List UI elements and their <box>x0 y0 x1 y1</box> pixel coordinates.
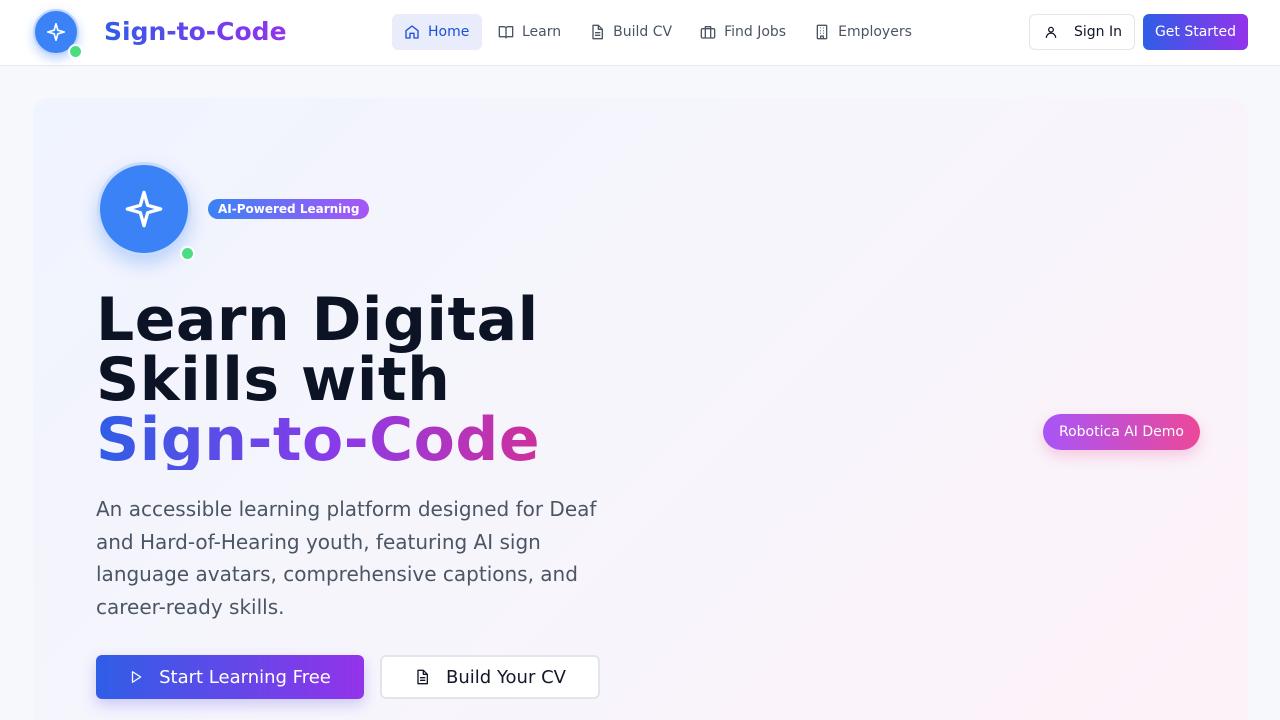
sign-in-label: Sign In <box>1074 24 1122 40</box>
nav-build-cv[interactable]: Build CV <box>577 14 684 50</box>
headline-line-2: Skills with <box>96 345 451 415</box>
book-icon <box>498 26 514 39</box>
home-icon <box>405 25 419 39</box>
build-cv-label: Build Your CV <box>446 666 566 688</box>
headline-accent: Sign-to-Code <box>96 405 541 475</box>
nav-employers-label: Employers <box>838 24 912 40</box>
sign-in-button[interactable]: Sign In <box>1029 14 1135 50</box>
start-learning-label: Start Learning Free <box>159 666 331 688</box>
hero-headline: Learn Digital Skills with Sign-to-Code <box>96 290 540 470</box>
robotica-demo-button[interactable]: Robotica AI Demo <box>1043 414 1200 450</box>
nav-find-jobs-label: Find Jobs <box>724 24 787 40</box>
hero-online-dot <box>180 246 195 261</box>
online-status-dot <box>68 44 83 59</box>
nav-find-jobs[interactable]: Find Jobs <box>688 14 798 50</box>
headline-line-1: Learn Digital <box>96 285 539 355</box>
play-icon <box>131 671 142 683</box>
ai-powered-pill: AI-Powered Learning <box>208 199 370 219</box>
nav-home-label: Home <box>428 24 470 40</box>
document-icon <box>592 24 604 40</box>
nav-employers[interactable]: Employers <box>802 14 924 50</box>
hero-ai-badge <box>97 162 191 256</box>
start-learning-button[interactable]: Start Learning Free <box>96 655 364 699</box>
sparkle-icon <box>125 190 163 228</box>
nav-learn-label: Learn <box>522 24 562 40</box>
briefcase-icon <box>700 26 716 39</box>
get-started-button[interactable]: Get Started <box>1143 14 1248 50</box>
sparkle-icon <box>46 22 66 42</box>
nav-home[interactable]: Home <box>392 14 482 50</box>
build-cv-button[interactable]: Build Your CV <box>380 655 600 699</box>
brand-name[interactable]: Sign-to-Code <box>104 14 287 50</box>
nav-learn[interactable]: Learn <box>486 14 573 50</box>
building-icon <box>816 24 828 40</box>
nav-build-cv-label: Build CV <box>613 24 673 40</box>
top-navbar: Sign-to-Code Home Learn Build CV Find Jo… <box>0 0 1280 66</box>
main-nav: Home Learn Build CV Find Jobs Employers <box>392 14 928 50</box>
document-icon <box>417 669 429 685</box>
user-icon <box>1045 26 1057 38</box>
hero-description: An accessible learning platform designed… <box>96 497 597 619</box>
